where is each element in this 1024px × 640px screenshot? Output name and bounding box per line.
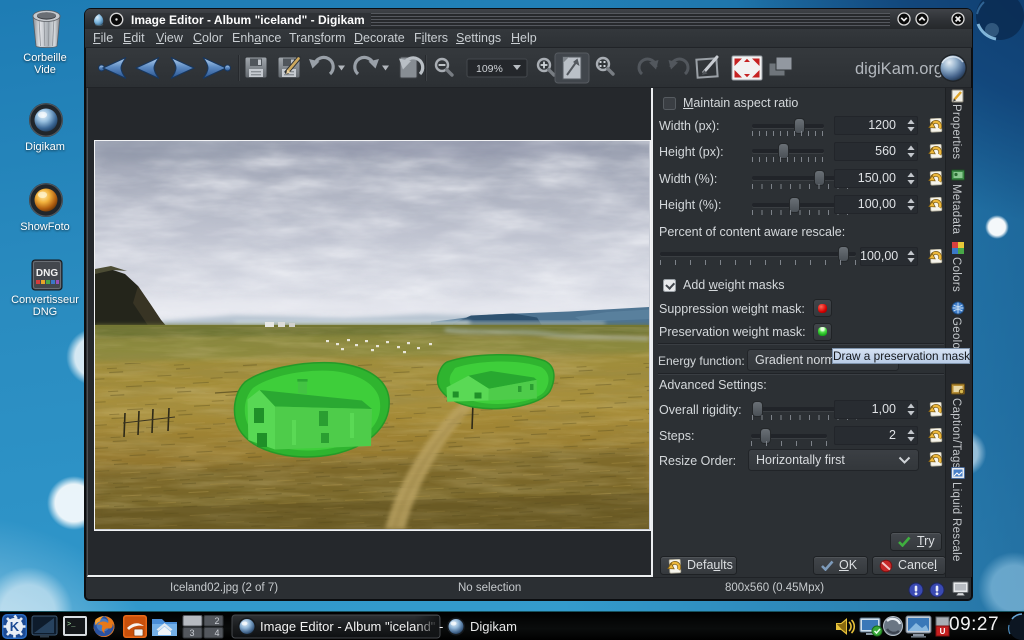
svg-text:>_: >_ [67,621,76,629]
svg-text:digiKam.org: digiKam.org [855,60,943,78]
svg-text:109%: 109% [476,63,503,75]
svg-text:U: U [940,627,946,636]
svg-text:K: K [10,619,20,634]
svg-text:Digikam: Digikam [470,619,517,634]
svg-text:DNG: DNG [36,268,58,279]
svg-text:2: 2 [214,616,219,626]
svg-text:4: 4 [214,628,219,638]
svg-text:3: 3 [189,628,194,638]
